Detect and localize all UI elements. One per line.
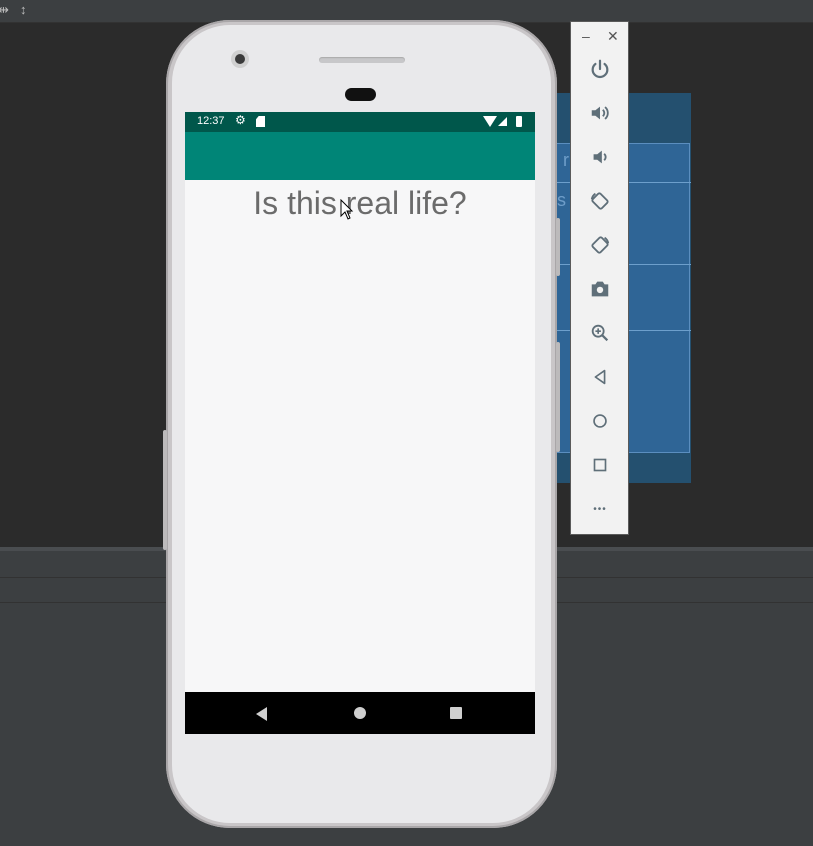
back-icon[interactable] <box>588 365 612 389</box>
close-icon[interactable]: ✕ <box>607 28 619 45</box>
phone-power-button <box>556 218 560 276</box>
front-camera <box>231 50 249 68</box>
volume-up-icon[interactable] <box>588 101 612 125</box>
status-time: 12:37 <box>197 115 225 127</box>
emulator-toolbar: – ✕ ••• <box>570 21 629 535</box>
battery-icon <box>516 116 522 127</box>
rotate-left-icon[interactable] <box>588 189 612 213</box>
resize-horizontal-icon[interactable]: ⇹ <box>0 2 9 18</box>
earpiece-speaker <box>319 57 405 63</box>
cell-signal-icon <box>498 117 507 126</box>
device-screen[interactable]: 12:37 ⚙ Is this real life? <box>185 112 535 734</box>
main-text: Is this real life? <box>253 185 467 221</box>
settings-gear-icon: ⚙ <box>235 113 246 127</box>
screenshot-icon[interactable] <box>588 277 612 301</box>
volume-down-icon[interactable] <box>588 145 612 169</box>
app-bar <box>185 132 535 180</box>
navigation-bar <box>185 692 535 734</box>
nav-back-icon[interactable] <box>256 707 267 721</box>
status-bar: 12:37 ⚙ <box>185 112 535 132</box>
nav-recents-icon[interactable] <box>450 707 462 719</box>
home-icon[interactable] <box>588 409 612 433</box>
zoom-icon[interactable] <box>588 321 612 345</box>
mouse-cursor-icon <box>340 199 354 220</box>
wifi-icon <box>483 116 497 127</box>
proximity-sensor <box>345 88 376 101</box>
rotate-right-icon[interactable] <box>588 233 612 257</box>
nav-home-icon[interactable] <box>354 707 366 719</box>
phone-volume-button <box>556 342 560 452</box>
phone-side-button <box>163 430 167 550</box>
overview-icon[interactable] <box>588 453 612 477</box>
more-icon[interactable]: ••• <box>588 497 612 521</box>
sd-card-icon <box>256 116 265 127</box>
power-icon[interactable] <box>588 57 612 81</box>
minimize-icon[interactable]: – <box>582 28 590 44</box>
resize-vertical-icon[interactable]: ↕ <box>20 2 27 17</box>
